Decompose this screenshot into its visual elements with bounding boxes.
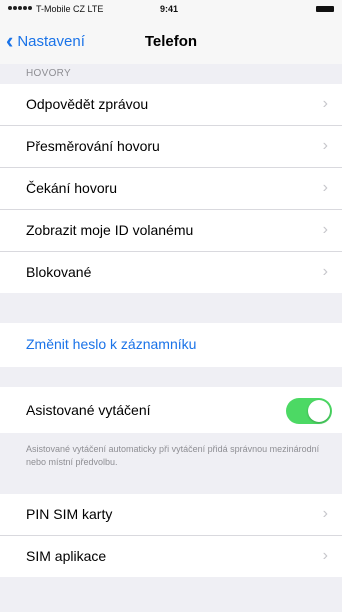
- assisted-dialing-group: Asistované vytáčení: [0, 387, 342, 433]
- navigation-bar: ‹ Nastavení Telefon: [0, 20, 342, 64]
- row-label: SIM aplikace: [26, 548, 107, 564]
- chevron-right-icon: ›: [322, 505, 328, 522]
- status-time: 9:41: [160, 4, 179, 14]
- row-call-forwarding[interactable]: Přesměrování hovoru ›: [0, 126, 342, 168]
- chevron-right-icon: ›: [322, 221, 328, 238]
- status-bar: T-Mobile CZ LTE 9:41: [0, 0, 342, 20]
- sim-group: PIN SIM karty › SIM aplikace ›: [0, 494, 342, 577]
- section-header-label: HOVORY: [26, 68, 71, 79]
- change-voicemail-password-link[interactable]: Změnit heslo k záznamníku: [0, 323, 342, 367]
- row-label: Asistované vytáčení: [26, 402, 151, 418]
- row-label: Odpovědět zprávou: [26, 96, 149, 112]
- chevron-right-icon: ›: [322, 95, 328, 112]
- row-blocked[interactable]: Blokované ›: [0, 252, 342, 293]
- row-label: Přesměrování hovoru: [26, 138, 160, 154]
- row-label: Blokované: [26, 264, 92, 280]
- row-label: PIN SIM karty: [26, 506, 113, 522]
- chevron-right-icon: ›: [322, 547, 328, 564]
- row-call-waiting[interactable]: Čekání hovoru ›: [0, 168, 342, 210]
- chevron-right-icon: ›: [322, 137, 328, 154]
- row-label: Čekání hovoru: [26, 180, 118, 196]
- voicemail-group: Změnit heslo k záznamníku: [0, 323, 342, 367]
- toggle-knob: [308, 400, 330, 422]
- assisted-dialing-note: Asistované vytáčení automaticky při vytá…: [26, 444, 320, 467]
- battery-icon: [316, 6, 334, 12]
- row-sim-apps[interactable]: SIM aplikace ›: [0, 536, 342, 577]
- row-reply-with-message[interactable]: Odpovědět zprávou ›: [0, 84, 342, 126]
- network-type: LTE: [87, 4, 104, 14]
- signal-strength-icon: [8, 6, 32, 10]
- row-assisted-dialing: Asistované vytáčení: [0, 387, 342, 433]
- chevron-right-icon: ›: [322, 179, 328, 196]
- voicemail-link-label: Změnit heslo k záznamníku: [26, 336, 197, 352]
- section-header-calls: HOVORY: [0, 64, 342, 84]
- carrier-label: T-Mobile CZ LTE: [36, 4, 103, 14]
- assisted-dialing-toggle[interactable]: [286, 398, 332, 424]
- row-label: Zobrazit moje ID volanému: [26, 222, 194, 238]
- row-show-caller-id[interactable]: Zobrazit moje ID volanému ›: [0, 210, 342, 252]
- calls-group: Odpovědět zprávou › Přesměrování hovoru …: [0, 84, 342, 293]
- row-sim-pin[interactable]: PIN SIM karty ›: [0, 494, 342, 536]
- chevron-right-icon: ›: [322, 263, 328, 280]
- carrier-name: T-Mobile CZ: [36, 4, 86, 14]
- page-title: Telefon: [144, 33, 198, 50]
